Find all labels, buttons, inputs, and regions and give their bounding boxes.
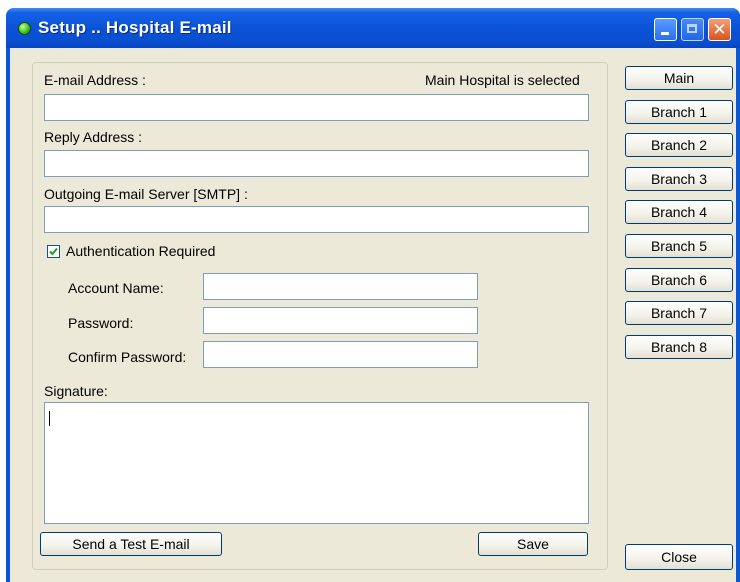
branch-button-2[interactable]: Branch 2 <box>625 133 733 158</box>
smtp-server-input[interactable] <box>44 206 589 233</box>
email-address-label: E-mail Address : <box>44 72 146 88</box>
dialog-body: E-mail Address : Main Hospital is select… <box>10 48 736 582</box>
save-button[interactable]: Save <box>478 532 588 556</box>
branch-button-4[interactable]: Branch 4 <box>625 200 733 225</box>
email-address-input[interactable] <box>44 94 589 121</box>
password-label: Password: <box>68 315 134 331</box>
branch-button-main[interactable]: Main <box>625 66 733 90</box>
maximize-button[interactable] <box>681 18 704 41</box>
close-button[interactable]: Close <box>625 544 733 570</box>
reply-address-label: Reply Address : <box>44 129 143 145</box>
text-caret <box>49 411 50 426</box>
signature-label: Signature: <box>44 383 108 399</box>
signature-textarea[interactable] <box>44 402 589 524</box>
branch-button-8[interactable]: Branch 8 <box>625 334 733 359</box>
branch-button-3[interactable]: Branch 3 <box>625 166 733 191</box>
window-title: Setup .. Hospital E-mail <box>38 18 232 37</box>
authentication-label[interactable]: Authentication Required <box>66 243 215 259</box>
reply-address-input[interactable] <box>44 150 589 177</box>
setup-window: Setup .. Hospital E-mail ✕ E-mail Addres… <box>6 8 740 582</box>
authentication-checkbox[interactable] <box>47 245 60 258</box>
smtp-server-label: Outgoing E-mail Server [SMTP] : <box>44 186 248 202</box>
account-name-label: Account Name: <box>68 280 164 296</box>
window-close-button[interactable]: ✕ <box>708 18 731 41</box>
title-bar[interactable]: Setup .. Hospital E-mail ✕ <box>6 8 740 48</box>
close-icon: ✕ <box>712 20 727 39</box>
minimize-button[interactable] <box>654 18 677 41</box>
send-test-email-button[interactable]: Send a Test E-mail <box>40 532 222 556</box>
checkmark-icon <box>49 247 58 256</box>
branch-button-1[interactable]: Branch 1 <box>625 99 733 124</box>
maximize-icon <box>687 24 697 33</box>
confirm-password-label: Confirm Password: <box>68 349 187 365</box>
branch-button-7[interactable]: Branch 7 <box>625 301 733 326</box>
app-icon <box>18 22 31 35</box>
branch-button-6[interactable]: Branch 6 <box>625 267 733 292</box>
account-name-input[interactable] <box>203 273 478 300</box>
selection-status-text: Main Hospital is selected <box>425 72 580 88</box>
password-input[interactable] <box>203 307 478 334</box>
confirm-password-input[interactable] <box>203 341 478 368</box>
minimize-icon <box>661 32 669 35</box>
branch-button-5[interactable]: Branch 5 <box>625 234 733 258</box>
